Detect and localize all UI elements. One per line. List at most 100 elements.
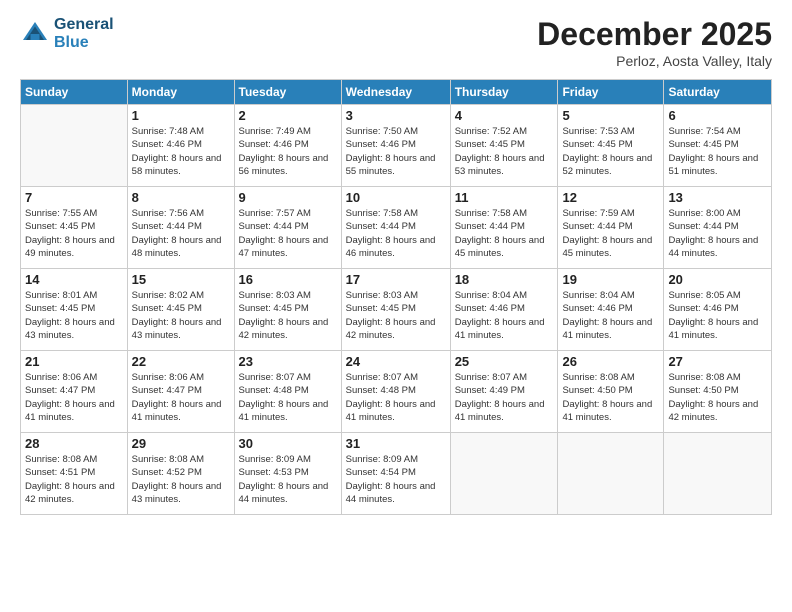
table-row: 16 Sunrise: 8:03 AM Sunset: 4:45 PM Dayl… [234,269,341,351]
sunrise: Sunrise: 8:05 AM [668,289,767,302]
table-row: 11 Sunrise: 7:58 AM Sunset: 4:44 PM Dayl… [450,187,558,269]
sunrise: Sunrise: 8:07 AM [346,371,446,384]
sunrise: Sunrise: 8:09 AM [239,453,337,466]
day-info: Sunrise: 8:07 AM Sunset: 4:48 PM Dayligh… [346,371,446,424]
daylight: Daylight: 8 hours and 41 minutes. [132,398,230,425]
sunset: Sunset: 4:47 PM [25,384,123,397]
day-number: 29 [132,436,230,451]
table-row: 5 Sunrise: 7:53 AM Sunset: 4:45 PM Dayli… [558,105,664,187]
table-row: 7 Sunrise: 7:55 AM Sunset: 4:45 PM Dayli… [21,187,128,269]
sunset: Sunset: 4:46 PM [346,138,446,151]
logo-text: General Blue [54,16,114,52]
day-info: Sunrise: 8:03 AM Sunset: 4:45 PM Dayligh… [239,289,337,342]
sunrise: Sunrise: 8:03 AM [346,289,446,302]
sunrise: Sunrise: 7:53 AM [562,125,659,138]
table-row: 21 Sunrise: 8:06 AM Sunset: 4:47 PM Dayl… [21,351,128,433]
sunset: Sunset: 4:44 PM [668,220,767,233]
daylight: Daylight: 8 hours and 44 minutes. [668,234,767,261]
sunrise: Sunrise: 8:06 AM [25,371,123,384]
sunrise: Sunrise: 7:54 AM [668,125,767,138]
table-row: 6 Sunrise: 7:54 AM Sunset: 4:45 PM Dayli… [664,105,772,187]
sunset: Sunset: 4:48 PM [346,384,446,397]
day-number: 10 [346,190,446,205]
day-info: Sunrise: 7:55 AM Sunset: 4:45 PM Dayligh… [25,207,123,260]
sunset: Sunset: 4:54 PM [346,466,446,479]
day-number: 4 [455,108,554,123]
col-monday: Monday [127,80,234,105]
page: General Blue December 2025 Perloz, Aosta… [0,0,792,612]
day-number: 11 [455,190,554,205]
table-row: 18 Sunrise: 8:04 AM Sunset: 4:46 PM Dayl… [450,269,558,351]
day-number: 15 [132,272,230,287]
week-row-5: 28 Sunrise: 8:08 AM Sunset: 4:51 PM Dayl… [21,433,772,515]
table-row: 1 Sunrise: 7:48 AM Sunset: 4:46 PM Dayli… [127,105,234,187]
day-number: 30 [239,436,337,451]
sunrise: Sunrise: 7:58 AM [346,207,446,220]
sunrise: Sunrise: 7:52 AM [455,125,554,138]
daylight: Daylight: 8 hours and 56 minutes. [239,152,337,179]
sunset: Sunset: 4:50 PM [668,384,767,397]
day-info: Sunrise: 8:02 AM Sunset: 4:45 PM Dayligh… [132,289,230,342]
sunset: Sunset: 4:46 PM [239,138,337,151]
day-number: 19 [562,272,659,287]
table-row: 13 Sunrise: 8:00 AM Sunset: 4:44 PM Dayl… [664,187,772,269]
table-row: 8 Sunrise: 7:56 AM Sunset: 4:44 PM Dayli… [127,187,234,269]
sunrise: Sunrise: 7:56 AM [132,207,230,220]
sunset: Sunset: 4:44 PM [239,220,337,233]
day-number: 13 [668,190,767,205]
sunrise: Sunrise: 8:09 AM [346,453,446,466]
sunrise: Sunrise: 8:07 AM [455,371,554,384]
daylight: Daylight: 8 hours and 42 minutes. [25,480,123,507]
day-number: 2 [239,108,337,123]
day-info: Sunrise: 8:09 AM Sunset: 4:53 PM Dayligh… [239,453,337,506]
day-number: 14 [25,272,123,287]
daylight: Daylight: 8 hours and 42 minutes. [668,398,767,425]
day-number: 28 [25,436,123,451]
sunset: Sunset: 4:46 PM [562,302,659,315]
day-number: 18 [455,272,554,287]
day-number: 27 [668,354,767,369]
table-row: 26 Sunrise: 8:08 AM Sunset: 4:50 PM Dayl… [558,351,664,433]
table-row: 12 Sunrise: 7:59 AM Sunset: 4:44 PM Dayl… [558,187,664,269]
sunrise: Sunrise: 8:00 AM [668,207,767,220]
table-row: 31 Sunrise: 8:09 AM Sunset: 4:54 PM Dayl… [341,433,450,515]
sunset: Sunset: 4:44 PM [346,220,446,233]
title-area: December 2025 Perloz, Aosta Valley, Ital… [537,16,772,69]
daylight: Daylight: 8 hours and 45 minutes. [455,234,554,261]
daylight: Daylight: 8 hours and 41 minutes. [455,398,554,425]
table-row: 9 Sunrise: 7:57 AM Sunset: 4:44 PM Dayli… [234,187,341,269]
day-number: 5 [562,108,659,123]
day-info: Sunrise: 8:06 AM Sunset: 4:47 PM Dayligh… [25,371,123,424]
daylight: Daylight: 8 hours and 45 minutes. [562,234,659,261]
sunset: Sunset: 4:45 PM [25,302,123,315]
col-sunday: Sunday [21,80,128,105]
sunset: Sunset: 4:51 PM [25,466,123,479]
day-info: Sunrise: 7:57 AM Sunset: 4:44 PM Dayligh… [239,207,337,260]
day-info: Sunrise: 7:50 AM Sunset: 4:46 PM Dayligh… [346,125,446,178]
daylight: Daylight: 8 hours and 44 minutes. [239,480,337,507]
table-row: 2 Sunrise: 7:49 AM Sunset: 4:46 PM Dayli… [234,105,341,187]
daylight: Daylight: 8 hours and 53 minutes. [455,152,554,179]
day-info: Sunrise: 8:09 AM Sunset: 4:54 PM Dayligh… [346,453,446,506]
daylight: Daylight: 8 hours and 41 minutes. [346,398,446,425]
calendar: Sunday Monday Tuesday Wednesday Thursday… [20,79,772,515]
day-number: 23 [239,354,337,369]
day-info: Sunrise: 8:08 AM Sunset: 4:51 PM Dayligh… [25,453,123,506]
header: General Blue December 2025 Perloz, Aosta… [20,16,772,69]
sunset: Sunset: 4:48 PM [239,384,337,397]
day-info: Sunrise: 7:53 AM Sunset: 4:45 PM Dayligh… [562,125,659,178]
col-thursday: Thursday [450,80,558,105]
sunrise: Sunrise: 8:04 AM [455,289,554,302]
day-info: Sunrise: 8:04 AM Sunset: 4:46 PM Dayligh… [562,289,659,342]
sunset: Sunset: 4:44 PM [455,220,554,233]
table-row [450,433,558,515]
day-info: Sunrise: 8:05 AM Sunset: 4:46 PM Dayligh… [668,289,767,342]
sunset: Sunset: 4:45 PM [132,302,230,315]
day-info: Sunrise: 7:54 AM Sunset: 4:45 PM Dayligh… [668,125,767,178]
daylight: Daylight: 8 hours and 41 minutes. [239,398,337,425]
table-row: 23 Sunrise: 8:07 AM Sunset: 4:48 PM Dayl… [234,351,341,433]
day-info: Sunrise: 8:04 AM Sunset: 4:46 PM Dayligh… [455,289,554,342]
table-row: 14 Sunrise: 8:01 AM Sunset: 4:45 PM Dayl… [21,269,128,351]
daylight: Daylight: 8 hours and 49 minutes. [25,234,123,261]
daylight: Daylight: 8 hours and 58 minutes. [132,152,230,179]
